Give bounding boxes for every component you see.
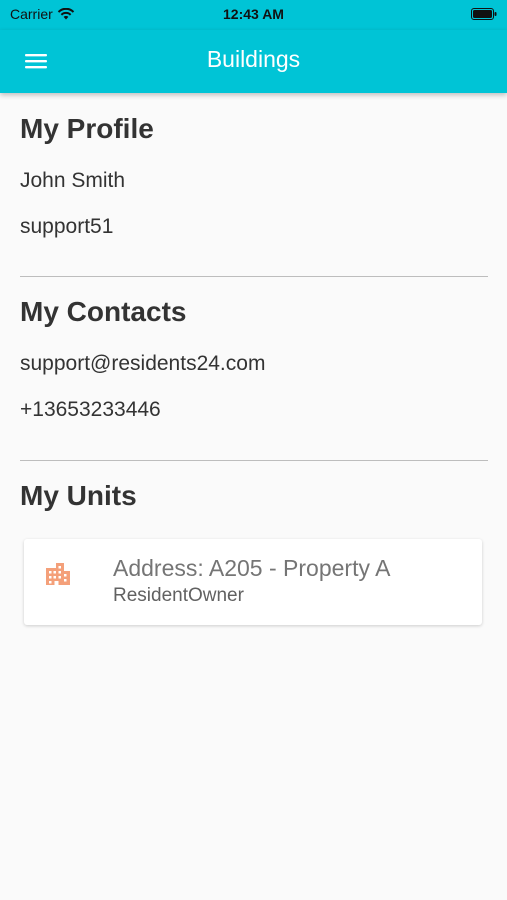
profile-heading: My Profile [20,113,154,144]
status-time: 12:43 AM [223,6,284,22]
divider [20,276,488,277]
app-bar: Buildings [0,30,507,93]
units-heading: My Units [20,480,137,511]
contacts-heading: My Contacts [20,296,187,327]
unit-card[interactable]: Address: A205 - Property A ResidentOwner [24,539,482,625]
status-bar: Carrier 12:43 AM [0,0,507,30]
contact-phone[interactable]: +13653233446 [20,398,161,422]
contact-email[interactable]: support@residents24.com [20,352,265,376]
building-icon [46,563,70,585]
unit-address: Address: A205 - Property A [113,555,391,581]
page-title: Buildings [206,46,301,72]
battery-icon [471,8,497,20]
unit-role: ResidentOwner [113,585,244,606]
divider [20,460,488,461]
profile-username: support51 [20,215,114,238]
profile-name: John Smith [20,169,126,192]
